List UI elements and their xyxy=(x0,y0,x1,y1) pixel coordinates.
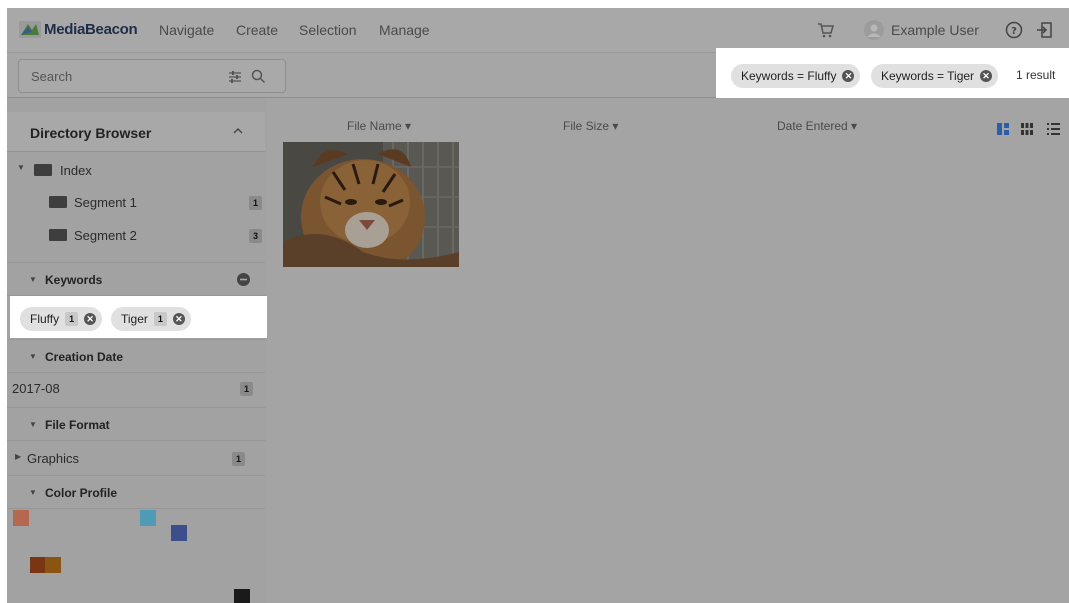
tiger-thumbnail[interactable] xyxy=(283,142,459,267)
caret-down-icon[interactable]: ▼ xyxy=(29,488,37,497)
color-profile-title: Color Profile xyxy=(45,486,118,500)
creation-date-title: Creation Date xyxy=(45,350,124,364)
count-badge: 1 xyxy=(240,382,253,396)
folder-icon xyxy=(49,196,67,208)
tree-item-label: Segment 2 xyxy=(74,228,137,243)
filter-chip-fluffy[interactable]: Keywords = Fluffy ✕ xyxy=(731,64,861,88)
keywords-title: Keywords xyxy=(45,273,103,287)
large-grid-view-icon[interactable] xyxy=(997,123,1009,135)
count-badge: 1 xyxy=(65,312,79,326)
caret-down-icon[interactable]: ▼ xyxy=(17,163,25,172)
directory-browser-title: Directory Browser xyxy=(30,125,152,141)
avatar-icon[interactable] xyxy=(864,20,884,40)
top-bar: MediaBeacon Navigate Create Selection Ma… xyxy=(7,8,1069,52)
creation-date-label: 2017-08 xyxy=(12,381,60,396)
keyword-chip-label: Fluffy xyxy=(30,312,60,326)
tiger-image xyxy=(283,142,459,267)
keyword-chip-fluffy[interactable]: Fluffy 1 ✕ xyxy=(20,307,103,331)
count-badge: 1 xyxy=(249,196,262,210)
search-icon[interactable] xyxy=(251,69,266,84)
keyword-chip-tiger[interactable]: Tiger 1 ✕ xyxy=(111,307,191,331)
file-format-title: File Format xyxy=(45,418,110,432)
result-count: 1 result xyxy=(1016,68,1056,82)
cart-icon[interactable] xyxy=(817,22,834,38)
creation-date-item[interactable]: 2017-08 1 xyxy=(7,379,265,399)
tree-item-index[interactable]: ▼ Index xyxy=(7,160,265,182)
color-swatch[interactable] xyxy=(30,557,46,573)
tree-item-segment-1[interactable]: Segment 1 1 xyxy=(7,192,265,214)
tree-item-label: Index xyxy=(60,163,92,178)
app-logo[interactable]: MediaBeacon xyxy=(19,21,138,38)
remove-filter-icon[interactable]: ✕ xyxy=(980,70,993,82)
color-swatch[interactable] xyxy=(13,510,29,526)
file-format-label: Graphics xyxy=(27,451,80,466)
filter-settings-icon[interactable] xyxy=(228,70,242,83)
search-input[interactable]: Search xyxy=(18,59,286,93)
nav-selection[interactable]: Selection xyxy=(299,22,357,38)
svg-text:?: ? xyxy=(1011,26,1017,37)
remove-keyword-icon[interactable]: ✕ xyxy=(84,313,97,325)
folder-icon xyxy=(49,229,67,241)
filter-chip-tiger[interactable]: Keywords = Tiger ✕ xyxy=(871,64,999,88)
nav-manage[interactable]: Manage xyxy=(379,22,430,38)
tree-item-label: Segment 1 xyxy=(74,195,137,210)
column-file-size[interactable]: File Size ▾ xyxy=(563,119,618,133)
collapse-minus-icon[interactable] xyxy=(237,273,250,286)
column-date-entered[interactable]: Date Entered ▾ xyxy=(777,119,857,133)
mediabeacon-logo-icon xyxy=(19,21,41,38)
caret-down-icon[interactable]: ▼ xyxy=(29,352,37,361)
count-badge: 1 xyxy=(232,452,245,466)
logo-text: MediaBeacon xyxy=(44,21,138,38)
logout-icon[interactable] xyxy=(1035,21,1053,39)
remove-keyword-icon[interactable]: ✕ xyxy=(172,313,185,325)
color-swatch[interactable] xyxy=(140,510,156,526)
nav-navigate[interactable]: Navigate xyxy=(159,22,214,38)
color-swatch[interactable] xyxy=(171,525,187,541)
count-badge: 1 xyxy=(153,312,167,326)
help-icon[interactable]: ? xyxy=(1005,21,1023,39)
folder-icon xyxy=(34,164,52,176)
search-placeholder: Search xyxy=(31,69,73,84)
creation-date-section-header[interactable]: ▼ Creation Date xyxy=(7,339,265,373)
small-grid-view-icon[interactable] xyxy=(1021,123,1033,135)
caret-down-icon[interactable]: ▼ xyxy=(29,275,37,284)
user-name[interactable]: Example User xyxy=(891,22,979,38)
caret-right-icon[interactable]: ▶ xyxy=(15,452,21,461)
nav-create[interactable]: Create xyxy=(236,22,278,38)
count-badge: 3 xyxy=(249,229,262,243)
tree-item-segment-2[interactable]: Segment 2 3 xyxy=(7,225,265,247)
filter-chip-label: Keywords = Tiger xyxy=(881,69,975,83)
color-profile-section-header[interactable]: ▼ Color Profile xyxy=(7,475,265,509)
filter-chip-label: Keywords = Fluffy xyxy=(741,69,837,83)
file-format-item[interactable]: ▶ Graphics 1 xyxy=(7,449,265,469)
caret-down-icon[interactable]: ▼ xyxy=(29,420,37,429)
keywords-section-header[interactable]: ▼ Keywords xyxy=(7,262,265,296)
file-format-section-header[interactable]: ▼ File Format xyxy=(7,407,265,441)
keyword-chip-label: Tiger xyxy=(121,312,148,326)
color-swatch[interactable] xyxy=(234,589,250,603)
chevron-up-icon[interactable] xyxy=(233,127,243,134)
color-swatch[interactable] xyxy=(45,557,61,573)
directory-browser-header[interactable]: Directory Browser xyxy=(7,112,265,152)
column-file-name[interactable]: File Name ▾ xyxy=(347,119,411,133)
remove-filter-icon[interactable]: ✕ xyxy=(842,70,855,82)
list-view-icon[interactable] xyxy=(1047,123,1060,135)
